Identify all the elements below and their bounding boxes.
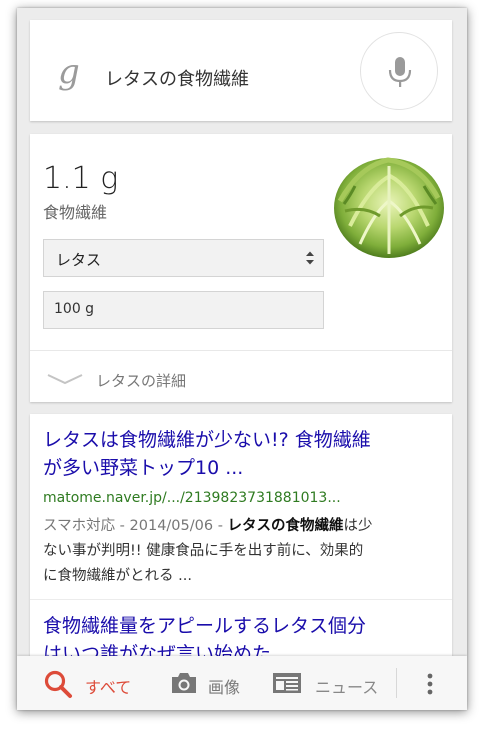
food-select[interactable]: レタス — [43, 239, 324, 277]
chevron-down-icon[interactable] — [46, 372, 84, 386]
nutrient-name: 食物繊維 — [43, 203, 108, 222]
nutrition-card: 1.1 g 食物繊維 レタス 100 g レタスの詳細 — [30, 134, 452, 402]
food-select-value: レタス — [56, 251, 102, 269]
news-icon — [273, 673, 301, 693]
result-1-title-line2[interactable]: が多い野菜トップ10 ... — [43, 454, 443, 482]
result-separator — [30, 599, 452, 600]
result-1-snippet-rest: は少 — [343, 518, 373, 534]
tab-news[interactable]: ニュース — [272, 656, 392, 710]
result-1-snippet-line2: ない事が判明!! 健康食品に手を出す前に、効果的 — [43, 543, 364, 559]
tab-all-label: すべて — [85, 678, 132, 697]
nutrient-amount: 1.1 g — [43, 161, 119, 196]
quantity-field[interactable]: 100 g — [43, 291, 324, 329]
card-divider — [30, 350, 452, 351]
result-1-title-line1[interactable]: レタスは食物繊維が少ない!? 食物繊維 — [43, 426, 443, 454]
google-logo: g — [58, 52, 80, 92]
search-icon — [44, 670, 72, 698]
result-1-meta: スマホ対応 - 2014/05/06 - — [43, 518, 228, 534]
tab-all[interactable]: すべて — [43, 656, 143, 710]
result-1-snippet-line3: に食物繊維がとれる ... — [43, 568, 192, 584]
lettuce-image — [334, 157, 444, 258]
quantity-value: 100 g — [54, 301, 95, 317]
tab-separator — [396, 668, 397, 698]
bottom-tab-bar: すべて 画像 ニュース — [17, 656, 467, 710]
voice-search-button[interactable] — [360, 32, 438, 110]
tab-news-label: ニュース — [315, 678, 379, 697]
tab-images-label: 画像 — [208, 678, 241, 697]
result-2-title-line1[interactable]: 食物繊維量をアピールするレタス個分 — [43, 612, 443, 640]
tab-images[interactable]: 画像 — [169, 656, 259, 710]
select-arrows-icon — [306, 251, 314, 265]
details-link[interactable]: レタスの詳細 — [96, 370, 186, 391]
search-query[interactable]: レタスの食物繊維 — [105, 69, 249, 91]
result-1-snippet: スマホ対応 - 2014/05/06 - レタスの食物繊維は少 ない事が判明!!… — [43, 514, 443, 589]
camera-icon — [172, 673, 196, 693]
phone-screen: g レタスの食物繊維 1.1 g 食物繊維 レタス 100 g レタスの詳細 レ… — [17, 8, 467, 710]
result-1-snippet-bold: レタスの食物繊維 — [227, 518, 344, 534]
search-bar-card[interactable]: g レタスの食物繊維 — [30, 20, 452, 121]
microphone-icon — [388, 57, 412, 87]
more-options-icon[interactable] — [425, 672, 435, 696]
result-1-url[interactable]: matome.naver.jp/.../2139823731881013... — [43, 490, 341, 506]
